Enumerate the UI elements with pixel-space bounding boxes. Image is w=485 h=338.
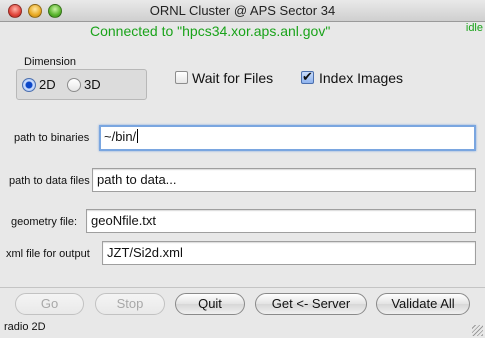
resize-grip-icon[interactable] bbox=[472, 325, 483, 336]
get-server-button[interactable]: Get <- Server bbox=[255, 293, 367, 315]
checkmark-icon: ✔ bbox=[302, 69, 313, 84]
status-footer: radio 2D bbox=[4, 321, 46, 333]
validate-all-button[interactable]: Validate All bbox=[376, 293, 470, 315]
connection-status: Connected to "hpcs34.xor.aps.anl.gov" bbox=[90, 23, 331, 39]
go-button[interactable]: Go bbox=[15, 293, 84, 315]
binaries-input[interactable]: ~/bin/ bbox=[99, 125, 476, 151]
geometry-file-label: geometry file: bbox=[11, 216, 78, 228]
text-caret bbox=[137, 129, 139, 143]
stop-button[interactable]: Stop bbox=[95, 293, 165, 315]
title-bar: ORNL Cluster @ APS Sector 34 bbox=[0, 0, 485, 22]
binaries-label: path to binaries bbox=[14, 132, 90, 144]
geometry-file-input[interactable]: geoNfile.txt bbox=[86, 209, 476, 233]
quit-button[interactable]: Quit bbox=[175, 293, 245, 315]
radio-3d-label[interactable]: 3D bbox=[84, 77, 101, 92]
radio-3d[interactable] bbox=[67, 78, 81, 92]
index-images-checkbox[interactable]: ✔ bbox=[301, 69, 314, 84]
xml-output-label: xml file for output bbox=[6, 248, 90, 260]
wait-for-files-label[interactable]: Wait for Files bbox=[192, 70, 273, 86]
activity-status: idle bbox=[465, 22, 483, 34]
xml-output-input[interactable]: JZT/Si2d.xml bbox=[102, 241, 476, 265]
data-files-label: path to data files bbox=[9, 175, 90, 187]
index-images-label[interactable]: Index Images bbox=[319, 70, 403, 86]
dimension-group: 2D 3D bbox=[16, 69, 147, 100]
divider bbox=[0, 287, 485, 288]
main-panel: Connected to "hpcs34.xor.aps.anl.gov" id… bbox=[0, 22, 485, 338]
wait-for-files-checkbox[interactable] bbox=[175, 71, 188, 84]
dimension-label: Dimension bbox=[24, 56, 76, 68]
radio-2d[interactable] bbox=[22, 78, 36, 92]
window-title: ORNL Cluster @ APS Sector 34 bbox=[149, 3, 336, 18]
binaries-value: ~/bin/ bbox=[104, 129, 137, 144]
data-files-input[interactable]: path to data... bbox=[92, 168, 476, 192]
radio-2d-label[interactable]: 2D bbox=[39, 77, 56, 92]
